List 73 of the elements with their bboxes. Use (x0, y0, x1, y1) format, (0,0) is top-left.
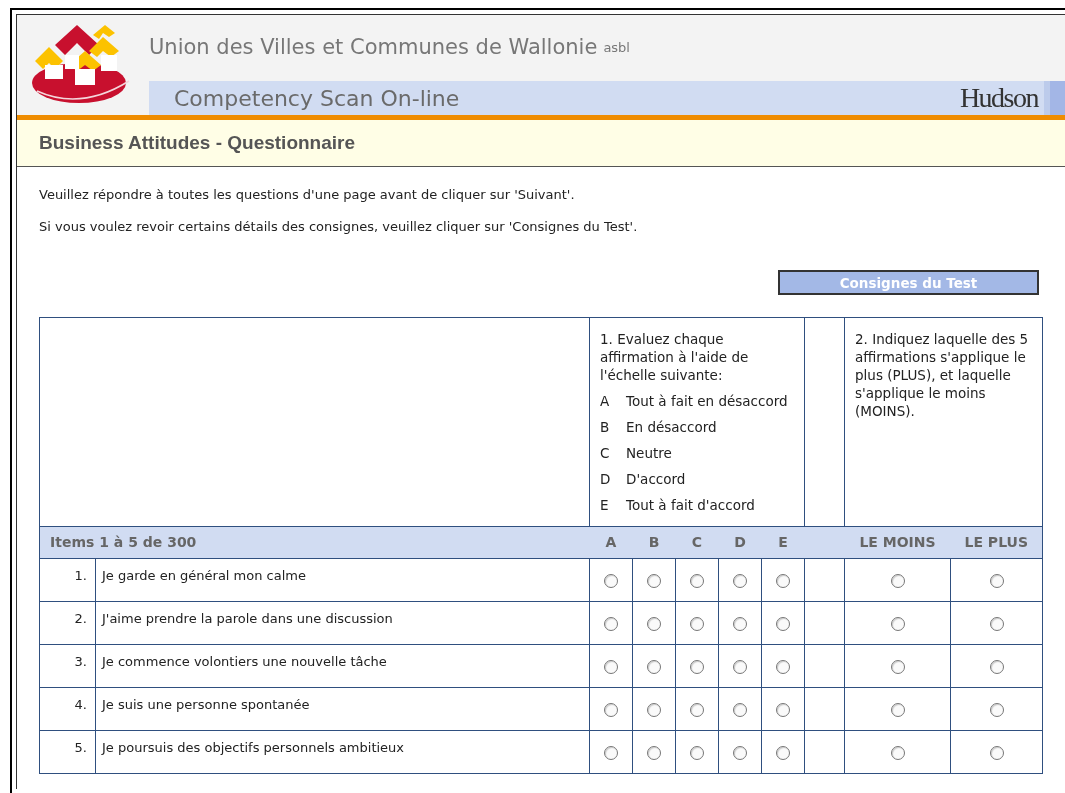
radio-button[interactable] (890, 574, 905, 589)
radio-button[interactable] (890, 660, 905, 675)
instruction-text: Veuillez répondre à toutes les questions d'une page avant de cliquer sur 'Suivant'. (39, 186, 576, 204)
radio-button[interactable] (604, 703, 618, 718)
column-header: LE PLUS (964, 534, 1028, 550)
radio-button[interactable] (647, 746, 661, 761)
radio-button[interactable] (989, 703, 1004, 718)
scale-label: En désaccord (626, 418, 717, 436)
radio-button[interactable] (733, 703, 747, 718)
radio-button[interactable] (604, 660, 618, 675)
scale-letter: B (600, 418, 611, 436)
scale-label: Tout à fait en désaccord (626, 392, 788, 410)
column-header: E (778, 534, 788, 550)
radio-button[interactable] (776, 660, 790, 675)
radio-button[interactable] (776, 703, 790, 718)
item-text: Je commence volontiers une nouvelle tâche (102, 654, 387, 669)
item-number: 3. (74, 654, 87, 669)
item-text: Je suis une personne spontanée (102, 697, 310, 712)
scale-intro: 1. Evaluez chaque affirmation à l'aide de l'échelle suivante: (600, 330, 750, 384)
scale-letter: D (600, 470, 612, 488)
item-text: Je garde en général mon calme (102, 568, 306, 583)
item-number: 4. (74, 697, 87, 712)
scale-label: Neutre (626, 444, 672, 462)
radio-button[interactable] (604, 746, 618, 761)
radio-button[interactable] (647, 660, 661, 675)
scale-letter: E (600, 496, 610, 514)
radio-button[interactable] (776, 746, 790, 761)
column-header: D (734, 534, 746, 550)
scale-letter: A (600, 392, 611, 410)
radio-button[interactable] (776, 617, 790, 632)
radio-button[interactable] (890, 746, 905, 761)
page-title: Business Attitudes - Questionnaire (39, 130, 355, 155)
radio-button[interactable] (690, 746, 704, 761)
radio-button[interactable] (604, 574, 618, 589)
radio-button[interactable] (989, 574, 1004, 589)
radio-button[interactable] (647, 617, 661, 632)
radio-button[interactable] (690, 574, 704, 589)
scale-label: D'accord (626, 470, 686, 488)
radio-button[interactable] (690, 703, 704, 718)
partner-logo: Hudson (959, 84, 1038, 112)
instruction-text: Si vous voulez revoir certains détails des consignes, veuillez cliquer sur 'Consignes du Test'. (39, 217, 639, 236)
radio-button[interactable] (733, 574, 747, 589)
column-header: C (691, 534, 703, 550)
column-header: A (605, 534, 617, 550)
column-header: LE MOINS (859, 534, 936, 550)
radio-button[interactable] (647, 703, 661, 718)
radio-button[interactable] (890, 617, 905, 632)
instructions-button[interactable]: Consignes du Test (778, 270, 1039, 295)
column-header: B (648, 534, 660, 550)
organization-name: Union des Villes et Communes de Wallonie (149, 34, 598, 62)
radio-button[interactable] (776, 574, 790, 589)
item-text: Je poursuis des objectifs personnels ambitieux (102, 740, 405, 755)
radio-button[interactable] (733, 660, 747, 675)
radio-button[interactable] (604, 617, 618, 632)
item-number: 2. (74, 611, 87, 626)
radio-button[interactable] (690, 617, 704, 632)
radio-button[interactable] (647, 574, 661, 589)
item-text: J'aime prendre la parole dans une discussion (102, 611, 393, 626)
radio-button[interactable] (733, 746, 747, 761)
scale-letter: C (600, 444, 611, 462)
radio-button[interactable] (690, 660, 704, 675)
radio-button[interactable] (989, 660, 1004, 675)
ranking-intro: 2. Indiquez laquelle des 5 affirmations s'applique le plus (PLUS), et laquelle s'applique le moins (MOINS). (855, 330, 1030, 420)
item-number: 1. (74, 568, 87, 583)
items-label: Items 1 à 5 de 300 (50, 534, 197, 550)
item-number: 5. (74, 740, 87, 755)
radio-button[interactable] (989, 746, 1004, 761)
organization-suffix: asbl (603, 39, 630, 58)
radio-button[interactable] (890, 703, 905, 718)
app-title: Competency Scan On-line (174, 84, 460, 113)
radio-button[interactable] (989, 617, 1004, 632)
radio-button[interactable] (733, 617, 747, 632)
scale-label: Tout à fait d'accord (626, 496, 755, 514)
